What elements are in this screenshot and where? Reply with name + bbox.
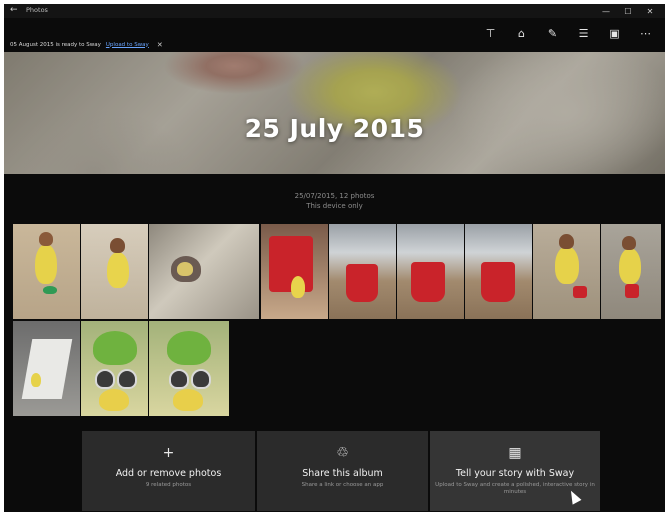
album-location: This device only bbox=[306, 202, 363, 210]
tile-title: Tell your story with Sway bbox=[455, 468, 575, 479]
photo-thumbnail[interactable] bbox=[149, 321, 229, 416]
app-title: Photos bbox=[26, 6, 48, 14]
photo-thumbnail[interactable] bbox=[329, 224, 396, 319]
share-album-tile[interactable]: ♲ Share this album Share a link or choos… bbox=[257, 431, 428, 511]
add-icon: + bbox=[162, 445, 175, 461]
maximize-button[interactable]: ☐ bbox=[617, 4, 639, 18]
photo-thumbnail[interactable] bbox=[397, 224, 464, 319]
photo-thumbnail[interactable] bbox=[13, 224, 80, 319]
tile-title: Add or remove photos bbox=[115, 468, 222, 479]
add-remove-photos-tile[interactable]: + Add or remove photos 9 related photos bbox=[82, 431, 255, 511]
banner-close-icon[interactable]: ✕ bbox=[157, 41, 163, 49]
photo-thumbnail[interactable] bbox=[261, 224, 328, 319]
sway-icon: ▦ bbox=[508, 445, 522, 461]
album-hero-image: 25 July 2015 bbox=[4, 52, 665, 174]
sway-banner: 05 August 2015 is ready to Sway Upload t… bbox=[4, 38, 665, 51]
share-icon: ♲ bbox=[336, 445, 349, 461]
close-button[interactable]: ✕ bbox=[639, 4, 661, 18]
photo-thumbnail[interactable] bbox=[601, 224, 661, 319]
photo-thumbnail[interactable] bbox=[81, 224, 148, 319]
tile-subtitle: Share a link or choose an app bbox=[301, 482, 384, 488]
photo-thumbnail[interactable] bbox=[81, 321, 148, 416]
photo-thumbnail[interactable] bbox=[465, 224, 532, 319]
photo-thumbnail[interactable] bbox=[149, 224, 259, 319]
hero-overlay bbox=[4, 52, 665, 174]
album-date-count: 25/07/2015, 12 photos bbox=[294, 192, 375, 200]
banner-link[interactable]: Upload to Sway bbox=[106, 42, 149, 48]
album-title: 25 July 2015 bbox=[244, 114, 425, 143]
banner-text: 05 August 2015 is ready to Sway bbox=[10, 41, 101, 48]
photo-thumbnail[interactable] bbox=[533, 224, 600, 319]
title-bar: ← Photos — ☐ ✕ bbox=[4, 4, 665, 18]
tile-title: Share this album bbox=[302, 468, 383, 479]
photo-thumbnail[interactable] bbox=[13, 321, 80, 416]
tile-subtitle: 9 related photos bbox=[145, 482, 192, 488]
photos-app-window: ← Photos — ☐ ✕ ⊤ ⌂ ✎ ☰ ▣ ⋯ 05 August 201… bbox=[4, 4, 665, 512]
window-controls: — ☐ ✕ bbox=[595, 4, 661, 18]
album-info: 25/07/2015, 12 photos This device only bbox=[4, 192, 665, 210]
back-arrow-icon[interactable]: ← bbox=[10, 5, 18, 15]
minimize-button[interactable]: — bbox=[595, 4, 617, 18]
